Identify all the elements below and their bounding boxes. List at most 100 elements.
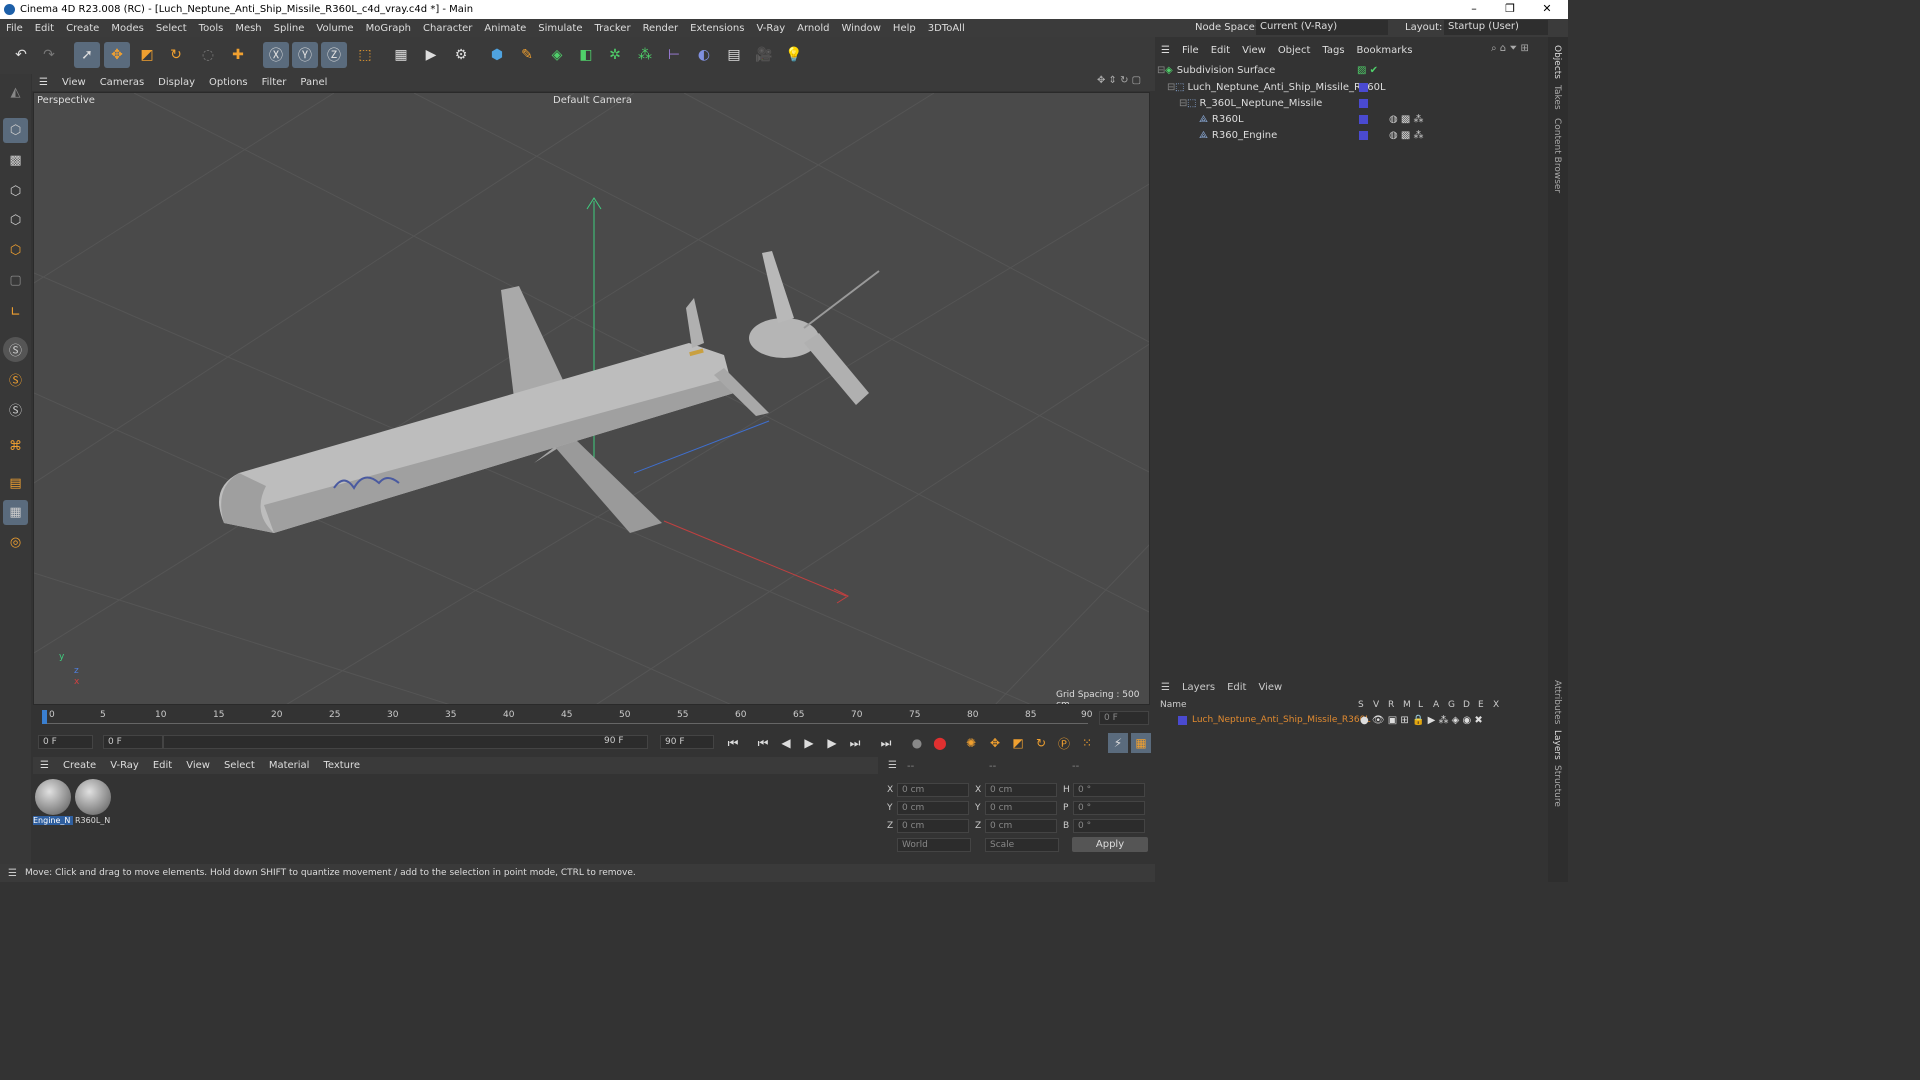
checkmark-icon[interactable]: ▨ ✔ bbox=[1357, 65, 1378, 76]
layout-select[interactable]: Startup (User) bbox=[1444, 20, 1548, 35]
camera-icon[interactable]: 🎥 bbox=[751, 42, 777, 68]
position-x-field[interactable]: 0 cm bbox=[897, 783, 969, 797]
object-menu-file[interactable]: File bbox=[1176, 45, 1205, 56]
maximize-button[interactable]: ❐ bbox=[1493, 0, 1527, 19]
layer-color-swatch[interactable] bbox=[1178, 715, 1187, 725]
rotate-tool-icon[interactable]: ↻ bbox=[163, 42, 189, 68]
snap-icon[interactable]: Ⓢ bbox=[3, 337, 28, 362]
layer-toggle-icons[interactable]: ● 👁 ▣ ⊞ 🔒 ▶ ⁂ ◈ ◉ ✖ bbox=[1360, 715, 1483, 726]
viewport-menu-options[interactable]: Options bbox=[202, 77, 255, 88]
menu-3dtoall[interactable]: 3DToAll bbox=[922, 23, 971, 34]
material-menu-create[interactable]: Create bbox=[56, 760, 103, 771]
material-menu-edit[interactable]: Edit bbox=[146, 760, 179, 771]
viewport-camera-label[interactable]: Default Camera bbox=[553, 95, 632, 106]
coords-menu-hamburger-icon[interactable]: ☰ bbox=[888, 760, 897, 771]
grid-icon[interactable]: ▦ bbox=[3, 500, 28, 525]
locked-workplane-icon[interactable]: ◎ bbox=[3, 530, 28, 555]
menu-render[interactable]: Render bbox=[637, 23, 685, 34]
material-menu-select[interactable]: Select bbox=[217, 760, 262, 771]
coordinate-system-icon[interactable]: ⬚ bbox=[352, 42, 378, 68]
cube-icon[interactable]: ⬢ bbox=[484, 42, 510, 68]
play-icon[interactable]: ▶ bbox=[799, 733, 819, 753]
apply-button[interactable]: Apply bbox=[1072, 837, 1148, 852]
menu-file[interactable]: File bbox=[0, 23, 29, 34]
next-frame-icon[interactable]: ▶ bbox=[822, 733, 842, 753]
timeline-ruler[interactable]: 0 5 10 15 20 25 30 35 40 45 50 55 60 65 … bbox=[33, 706, 1155, 732]
undo-icon[interactable]: ↶ bbox=[8, 42, 34, 68]
key-rotation-icon[interactable]: ↻ bbox=[1031, 733, 1051, 753]
range-slider[interactable] bbox=[163, 735, 648, 749]
material-menu-hamburger-icon[interactable]: ☰ bbox=[33, 760, 56, 771]
menu-tools[interactable]: Tools bbox=[193, 23, 230, 34]
axis-mode-icon[interactable]: ∟ bbox=[3, 300, 28, 325]
viewport-3d[interactable]: Perspective Default Camera Grid Spacing … bbox=[33, 92, 1150, 705]
layer-color-swatch[interactable] bbox=[1359, 82, 1368, 92]
menu-tracker[interactable]: Tracker bbox=[588, 23, 636, 34]
material-label[interactable]: Engine_N bbox=[33, 816, 73, 825]
render-settings-icon[interactable]: ⚙ bbox=[448, 42, 474, 68]
material-menu-texture[interactable]: Texture bbox=[316, 760, 367, 771]
material-swatch[interactable] bbox=[35, 779, 71, 815]
extrude-icon[interactable]: ◧ bbox=[573, 42, 599, 68]
size-z-field[interactable]: 0 cm bbox=[985, 819, 1057, 833]
edge-mode-icon[interactable]: ⬡ bbox=[3, 208, 28, 233]
uv-mode-icon[interactable]: ▢ bbox=[3, 268, 28, 293]
y-axis-icon[interactable]: Ⓨ bbox=[292, 42, 318, 68]
status-menu-icon[interactable]: ☰ bbox=[0, 868, 25, 879]
size-x-field[interactable]: 0 cm bbox=[985, 783, 1057, 797]
position-y-field[interactable]: 0 cm bbox=[897, 801, 969, 815]
menu-simulate[interactable]: Simulate bbox=[532, 23, 588, 34]
side-tab-objects[interactable]: Objects bbox=[1552, 45, 1562, 79]
layers-menu-view[interactable]: View bbox=[1252, 682, 1288, 693]
motion-clip-icon[interactable]: ⚡ bbox=[1108, 733, 1128, 753]
move-tool-icon[interactable]: ✥ bbox=[104, 42, 130, 68]
layer-color-swatch[interactable] bbox=[1359, 98, 1368, 108]
coord-mode-select[interactable]: Scale bbox=[985, 838, 1059, 852]
minimize-button[interactable]: – bbox=[1457, 0, 1491, 19]
side-tab-layers[interactable]: Layers bbox=[1552, 730, 1562, 760]
viewport-menu-filter[interactable]: Filter bbox=[255, 77, 294, 88]
light-icon[interactable]: 💡 bbox=[781, 42, 807, 68]
expand-icon[interactable]: ⊟ bbox=[1157, 65, 1165, 76]
go-to-end-icon[interactable]: ⏭ bbox=[876, 733, 896, 753]
viewport-menu-panel[interactable]: Panel bbox=[293, 77, 334, 88]
menu-mograph[interactable]: MoGraph bbox=[360, 23, 417, 34]
menu-animate[interactable]: Animate bbox=[478, 23, 532, 34]
layers-menu-hamburger-icon[interactable]: ☰ bbox=[1155, 682, 1176, 693]
current-frame-field[interactable]: 0 F bbox=[1099, 711, 1149, 725]
viewport-menu-view[interactable]: View bbox=[55, 77, 93, 88]
render-picture-viewer-icon[interactable]: ▶ bbox=[418, 42, 444, 68]
texture-mode-icon[interactable]: ▩ bbox=[3, 148, 28, 173]
material-menu-view[interactable]: View bbox=[179, 760, 217, 771]
layer-color-swatch[interactable] bbox=[1359, 130, 1368, 140]
end-frame-field[interactable]: 90 F bbox=[660, 735, 714, 749]
position-z-field[interactable]: 0 cm bbox=[897, 819, 969, 833]
x-axis-icon[interactable]: Ⓧ bbox=[263, 42, 289, 68]
material-label[interactable]: R360L_N bbox=[75, 816, 115, 825]
mograph-cloner-icon[interactable]: ✲ bbox=[602, 42, 628, 68]
prev-frame-icon[interactable]: ◀ bbox=[776, 733, 796, 753]
viewport-menu-display[interactable]: Display bbox=[151, 77, 202, 88]
menu-extensions[interactable]: Extensions bbox=[684, 23, 750, 34]
tree-item-r360-engine[interactable]: ⟁ R360_Engine ◍ ▩ ⁂ bbox=[1157, 127, 1547, 143]
menu-vray[interactable]: V-Ray bbox=[750, 23, 791, 34]
material-menu-material[interactable]: Material bbox=[262, 760, 317, 771]
layer-color-swatch[interactable] bbox=[1359, 114, 1368, 124]
range-end-field[interactable]: 90 F bbox=[600, 735, 648, 749]
tree-item-r360l-neptune-missile[interactable]: ⊟ ⬚ R_360L_Neptune_Missile bbox=[1157, 95, 1547, 111]
viewport-menu-cameras[interactable]: Cameras bbox=[93, 77, 151, 88]
scene-icon[interactable]: ◐ bbox=[691, 42, 717, 68]
scale-tool-icon[interactable]: ◩ bbox=[134, 42, 160, 68]
expand-icon[interactable]: ⊟ bbox=[1167, 82, 1175, 93]
menu-create[interactable]: Create bbox=[60, 23, 105, 34]
side-tab-content-browser[interactable]: Content Browser bbox=[1552, 118, 1562, 193]
layer-name[interactable]: Luch_Neptune_Anti_Ship_Missile_R360L bbox=[1192, 715, 1370, 725]
keyframe-selection-icon[interactable]: ✺ bbox=[961, 733, 981, 753]
rotation-b-field[interactable]: 0 ° bbox=[1073, 819, 1145, 833]
viewport-nav-icons[interactable]: ✥ ⇕ ↻ ▢ bbox=[1090, 75, 1148, 86]
snap-settings-icon[interactable]: Ⓢ bbox=[3, 367, 28, 392]
material-menu-vray[interactable]: V-Ray bbox=[103, 760, 146, 771]
side-tab-attributes[interactable]: Attributes bbox=[1552, 680, 1562, 724]
layers-menu-layers[interactable]: Layers bbox=[1176, 682, 1221, 693]
world-axis-icon[interactable]: ✚ bbox=[225, 42, 251, 68]
